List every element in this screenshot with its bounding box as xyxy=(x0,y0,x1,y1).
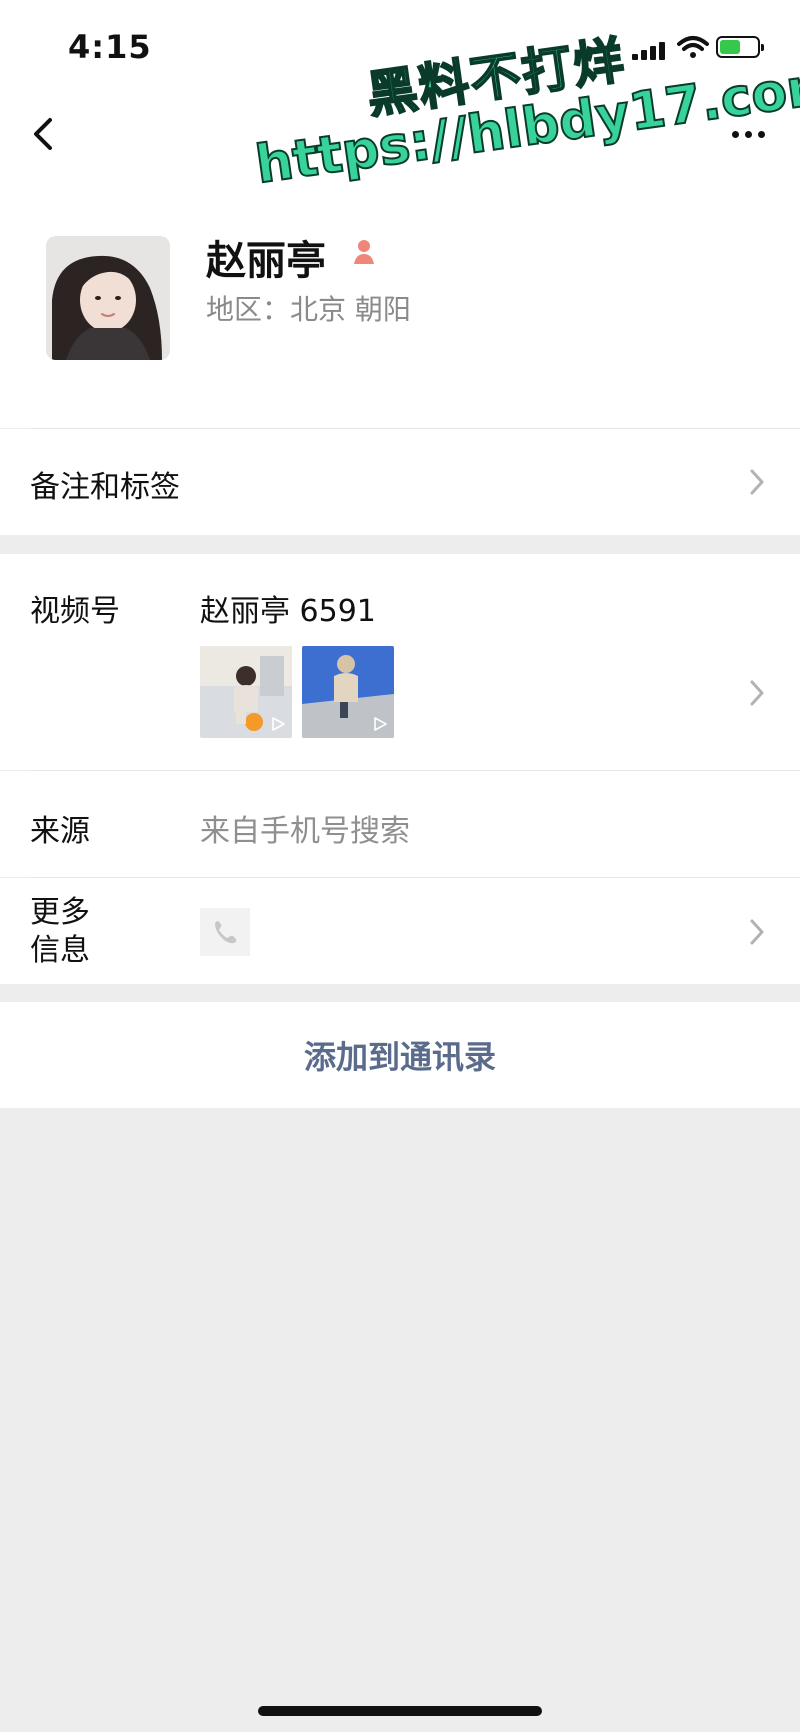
add-to-contacts-button[interactable]: 添加到通讯录 xyxy=(0,1002,800,1108)
source-value: 来自手机号搜索 xyxy=(200,814,410,849)
status-time: 4:15 xyxy=(68,28,152,66)
chevron-right-icon xyxy=(750,919,764,945)
play-icon xyxy=(272,717,285,731)
channels-name: 赵丽亭 6591 xyxy=(200,594,376,629)
channels-thumbnail[interactable] xyxy=(302,646,394,738)
avatar[interactable] xyxy=(46,236,170,360)
channels-thumbnail[interactable] xyxy=(200,646,292,738)
source-label: 来源 xyxy=(30,814,90,849)
phone-icon xyxy=(215,921,237,944)
chevron-right-icon xyxy=(750,469,764,495)
channels-label: 视频号 xyxy=(30,594,120,629)
chevron-right-icon xyxy=(750,680,764,706)
profile-region: 地区：北京 朝阳 xyxy=(206,293,411,326)
play-icon xyxy=(374,717,387,731)
phone-tile xyxy=(200,908,250,956)
channels-row[interactable] xyxy=(0,554,800,770)
more-info-label-line2: 信息 xyxy=(30,933,90,968)
profile-name: 赵丽亭 xyxy=(206,238,326,284)
avatar-image xyxy=(46,236,170,360)
female-user-icon xyxy=(354,240,374,264)
back-icon[interactable] xyxy=(24,110,64,158)
more-info-label-line1: 更多 xyxy=(30,895,90,930)
home-indicator xyxy=(258,1706,542,1716)
more-info-label: 更多 信息 xyxy=(30,894,90,970)
more-info-row[interactable] xyxy=(0,878,800,984)
remarks-tags-label: 备注和标签 xyxy=(30,470,180,505)
